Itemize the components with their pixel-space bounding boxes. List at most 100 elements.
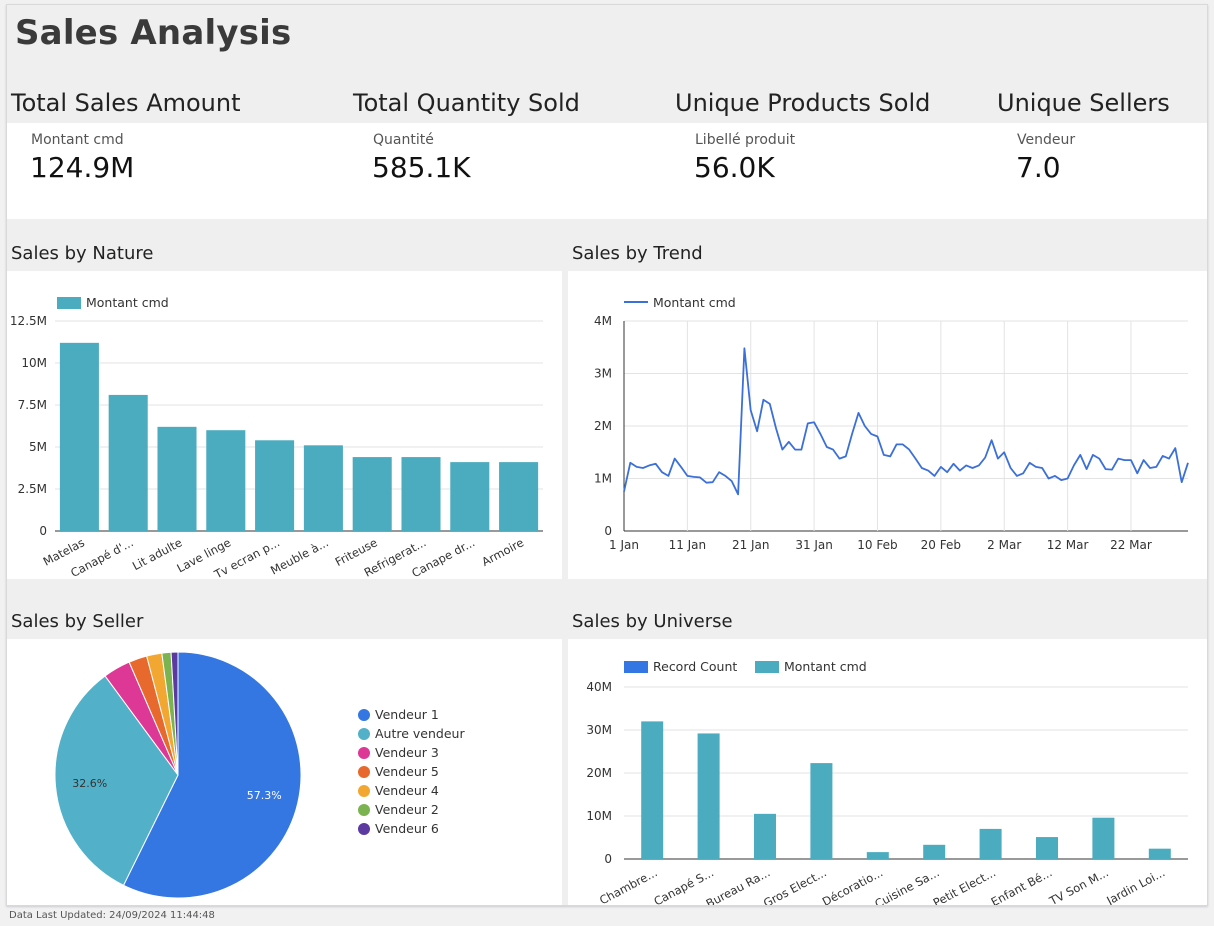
seller-chart-panel: 57.3% 32.6% Vendeur 1 Autre vendeur Vendeur … xyxy=(7,639,562,905)
legend-label: Vendeur 5 xyxy=(375,764,439,779)
y-tick-label: 4M xyxy=(594,314,612,328)
pie-data-label: 32.6% xyxy=(72,777,107,790)
legend-label: Vendeur 6 xyxy=(375,821,439,836)
data-last-updated: Data Last Updated: 24/09/2024 11:44:48 xyxy=(9,910,215,921)
page-title: Sales Analysis xyxy=(15,13,292,53)
bar xyxy=(1092,817,1115,859)
kpi-label-quantite: Quantité xyxy=(373,132,434,148)
legend-dot xyxy=(358,785,370,797)
y-tick-label: 10M xyxy=(21,356,47,370)
x-tick-label: 20 Feb xyxy=(921,538,961,552)
x-tick-label: 11 Jan xyxy=(669,538,707,552)
bar xyxy=(352,457,392,531)
kpi-heading-unique-sellers: Unique Sellers xyxy=(997,89,1170,117)
x-tick-label: 1 Jan xyxy=(609,538,639,552)
legend-dot xyxy=(358,823,370,835)
legend-label: Vendeur 2 xyxy=(375,802,439,817)
legend-swatch-montant-cmd xyxy=(57,297,81,309)
legend-swatch-record-count xyxy=(624,661,648,673)
legend-dot xyxy=(358,804,370,816)
bar xyxy=(499,462,539,531)
section-title-seller: Sales by Seller xyxy=(11,611,144,632)
bar xyxy=(866,852,889,859)
y-tick-label: 40M xyxy=(586,680,612,694)
legend-label-montant-cmd: Montant cmd xyxy=(653,295,736,310)
bar xyxy=(754,813,776,859)
trend-line-chart: Montant cmd 0 1M 2M 3M 4M 1 Jan 11 Jan 21 Jan 31 … xyxy=(594,295,1189,552)
x-tick-label: 31 Jan xyxy=(795,538,833,552)
legend-dot xyxy=(358,728,370,740)
nature-bar-chart: Montant cmd02.5M5M7.5M10M12.5MMatelasCan… xyxy=(10,295,543,582)
kpi-value-unique-sellers: 7.0 xyxy=(1016,151,1061,184)
section-title-universe: Sales by Universe xyxy=(572,611,733,632)
section-title-trend: Sales by Trend xyxy=(572,243,703,264)
dashboard-page: Sales Analysis Total Sales Amount Total … xyxy=(6,4,1208,911)
universe-bar-chart: Record Count Montant cmd 0 10M 20M 30M 40M Cham… xyxy=(586,659,1188,911)
x-tick-label: 21 Jan xyxy=(732,538,770,552)
legend-label-record-count: Record Count xyxy=(653,659,737,674)
y-tick-label: 5M xyxy=(29,440,47,454)
x-tick-label: 10 Feb xyxy=(857,538,897,552)
legend-dot xyxy=(358,709,370,721)
x-tick-label: Petit Elect... xyxy=(931,865,998,905)
bar xyxy=(979,828,1002,859)
legend-label: Vendeur 1 xyxy=(375,707,439,722)
x-tick-label: Enfant Bé... xyxy=(989,865,1055,905)
legend-dot xyxy=(358,766,370,778)
bar xyxy=(450,462,490,531)
kpi-label-montant: Montant cmd xyxy=(31,132,124,148)
bar xyxy=(108,394,148,531)
bar xyxy=(641,721,664,859)
bar xyxy=(303,445,343,531)
x-tick-label: Armoire xyxy=(479,535,526,569)
kpi-value-total-quantity: 585.1K xyxy=(372,151,471,184)
x-tick-label: Jardin Loi... xyxy=(1103,865,1167,905)
seller-pie-chart: 57.3% 32.6% Vendeur 1 Autre vendeur Vendeur … xyxy=(54,651,465,899)
kpi-value-unique-products: 56.0K xyxy=(694,151,775,184)
x-tick-label: Chambre... xyxy=(597,865,660,905)
y-tick-label: 2M xyxy=(594,419,612,433)
y-tick-label: 2.5M xyxy=(18,482,47,496)
bar xyxy=(157,426,197,531)
y-tick-label: 0 xyxy=(604,524,612,538)
kpi-label-vendeur: Vendeur xyxy=(1017,132,1076,148)
kpi-value-total-sales: 124.9M xyxy=(30,151,135,184)
legend-label-montant-cmd: Montant cmd xyxy=(86,295,169,310)
legend-label-montant-cmd: Montant cmd xyxy=(784,659,867,674)
y-tick-label: 3M xyxy=(594,367,612,381)
kpi-heading-total-quantity: Total Quantity Sold xyxy=(353,89,580,117)
legend-swatch-montant-cmd xyxy=(755,661,779,673)
y-tick-label: 7.5M xyxy=(18,398,47,412)
bar xyxy=(1036,837,1058,859)
bar xyxy=(810,763,833,859)
x-tick-label: 12 Mar xyxy=(1047,538,1089,552)
pie-data-label: 57.3% xyxy=(247,789,282,802)
bar xyxy=(401,457,441,531)
legend-label: Vendeur 4 xyxy=(375,783,439,798)
bar xyxy=(59,342,99,531)
legend-label: Vendeur 3 xyxy=(375,745,439,760)
nature-chart-panel: Montant cmd 0 2.5M 5M 7.5M 10M 12.5M Matelas Can… xyxy=(7,271,562,582)
y-tick-label: 20M xyxy=(586,766,612,780)
universe-chart-panel: Record Count Montant cmd 0 10M 20M 30M 40M Cham… xyxy=(568,639,1207,911)
bar xyxy=(206,430,246,531)
y-tick-label: 10M xyxy=(586,809,612,823)
x-tick-label: 2 Mar xyxy=(987,538,1021,552)
trend-series-line xyxy=(623,347,1189,496)
bar xyxy=(697,733,720,859)
y-tick-label: 30M xyxy=(586,723,612,737)
bar xyxy=(1148,848,1171,859)
legend-label: Autre vendeur xyxy=(375,726,465,741)
bar xyxy=(923,844,946,859)
bar xyxy=(255,440,295,531)
section-title-nature: Sales by Nature xyxy=(11,243,154,264)
legend-dot xyxy=(358,747,370,759)
x-tick-label: Gros Elect... xyxy=(761,865,829,905)
y-tick-label: 12.5M xyxy=(10,314,47,328)
trend-chart-panel: Montant cmd 0 1M 2M 3M 4M 1 Jan 11 Jan 21 Jan 31 … xyxy=(568,271,1207,579)
kpi-label-libelle: Libellé produit xyxy=(695,132,796,148)
x-tick-label: 22 Mar xyxy=(1110,538,1152,552)
kpi-heading-total-sales: Total Sales Amount xyxy=(11,89,241,117)
x-tick-label: TV Son M... xyxy=(1046,865,1111,905)
y-tick-label: 0 xyxy=(39,524,47,538)
